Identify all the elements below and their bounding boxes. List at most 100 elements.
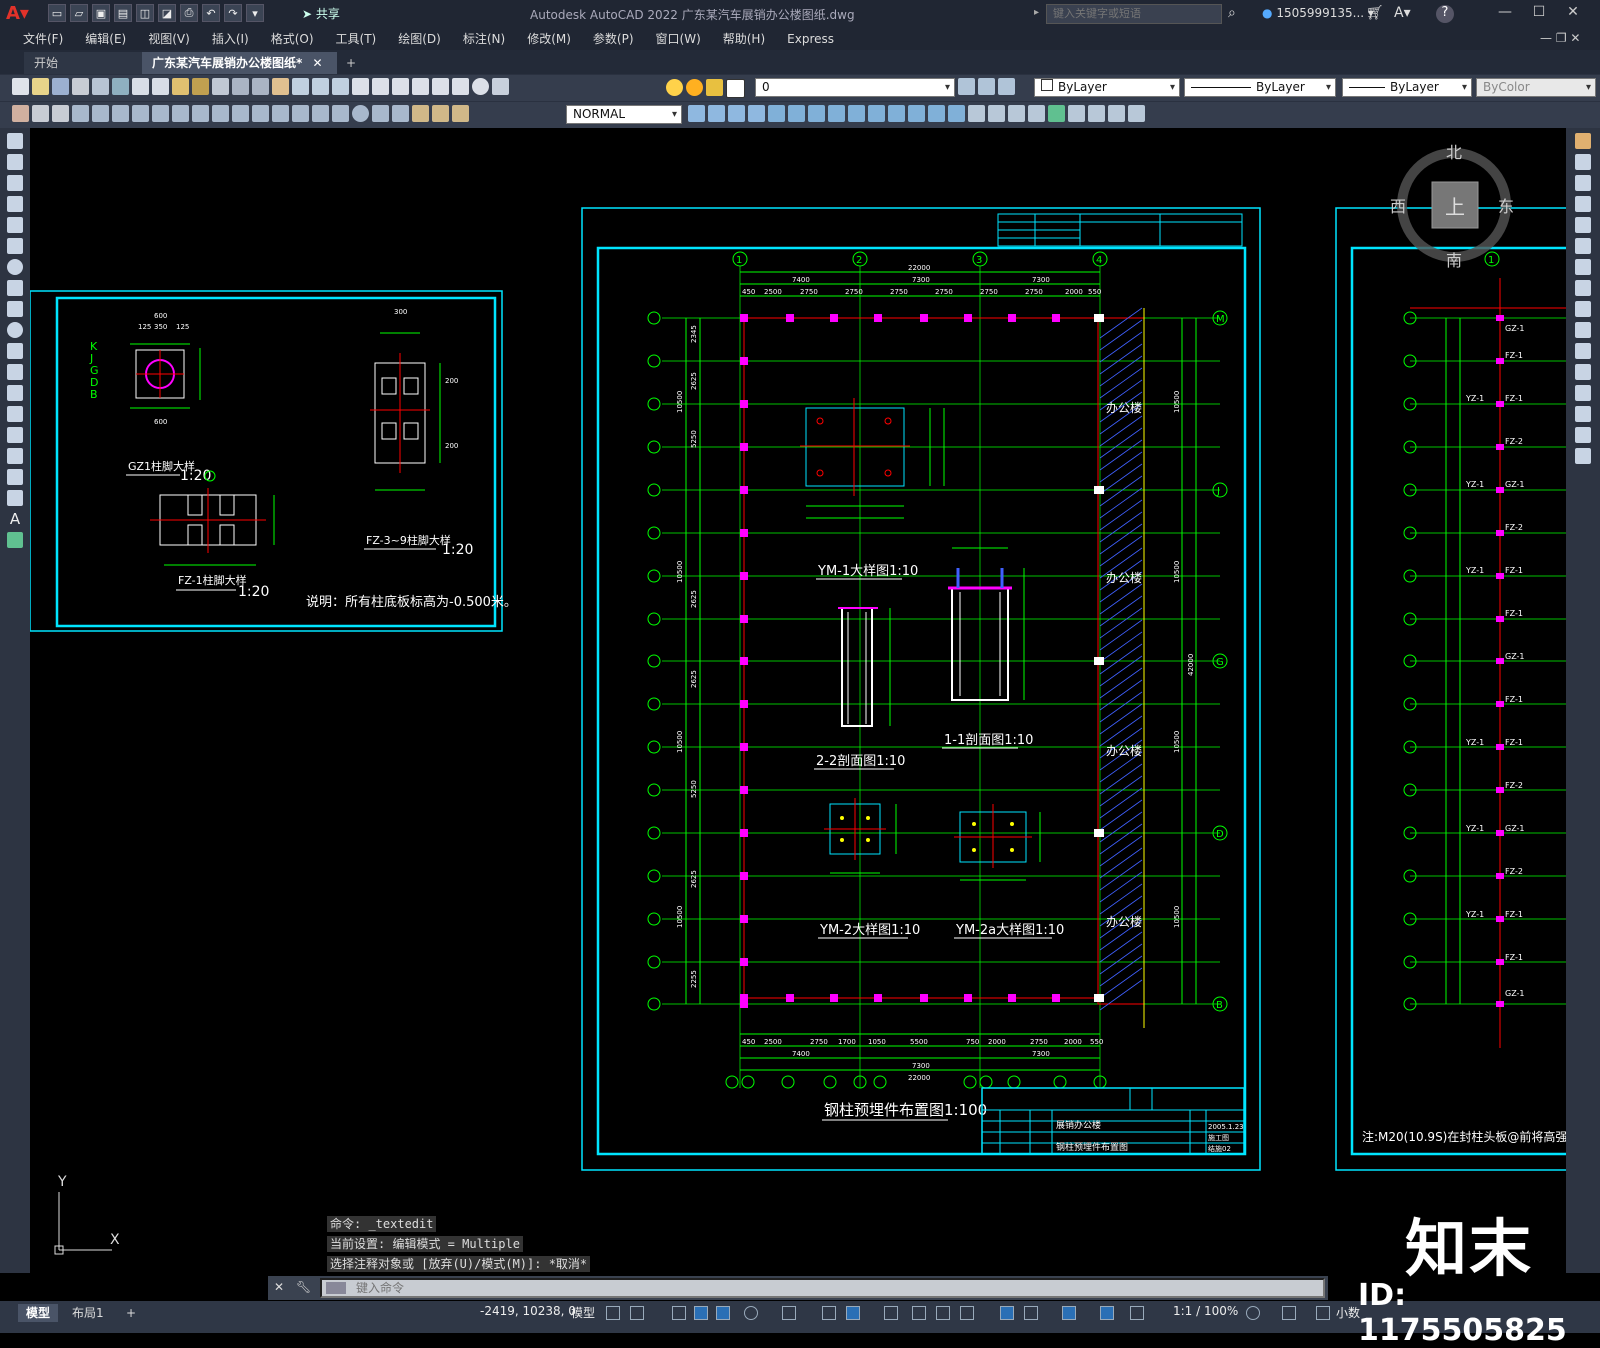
hatch-icon[interactable] — [7, 427, 23, 443]
table-icon[interactable] — [7, 490, 23, 506]
explode-icon[interactable] — [1575, 448, 1591, 464]
autocad-logo-icon[interactable]: A▾ — [6, 3, 34, 25]
maximize-icon[interactable]: ☐ — [1528, 4, 1550, 24]
view-iso-icon[interactable] — [728, 105, 745, 122]
paste-icon[interactable] — [172, 78, 189, 95]
layer-on-icon[interactable] — [666, 79, 683, 96]
tab-model[interactable]: 模型 — [18, 1304, 59, 1322]
tab-layout1[interactable]: 布局1 — [64, 1304, 112, 1322]
infer-constraints-icon[interactable] — [672, 1306, 686, 1320]
search-expand-icon[interactable]: ▸ — [1034, 7, 1039, 18]
jogged-linear-icon[interactable] — [392, 105, 409, 122]
auto-scale-icon[interactable] — [1130, 1306, 1144, 1320]
new-icon[interactable]: ▭ — [48, 4, 66, 22]
transparency-icon[interactable] — [912, 1306, 926, 1320]
view-sw-icon[interactable] — [888, 105, 905, 122]
grid-icon[interactable] — [606, 1306, 620, 1320]
model-space-toggle[interactable]: 模型 — [571, 1304, 595, 1321]
view-ne-icon[interactable] — [928, 105, 945, 122]
wireframe-icon[interactable] — [1028, 105, 1045, 122]
open-web-icon[interactable]: ◫ — [136, 4, 154, 22]
plotstyle-dropdown[interactable]: ByColor — [1476, 78, 1596, 97]
mtext-icon[interactable]: A — [7, 511, 23, 527]
layer-match-icon[interactable] — [998, 78, 1015, 95]
layer-dropdown[interactable]: 0 — [755, 78, 955, 97]
viewcube-top[interactable]: 上 — [1445, 195, 1465, 219]
polygon-icon[interactable] — [7, 196, 23, 212]
ellipse-arc-icon[interactable] — [7, 343, 23, 359]
point-icon[interactable] — [7, 406, 23, 422]
menu-modify[interactable]: 修改(M) — [516, 28, 582, 50]
pan-icon[interactable] — [272, 78, 289, 95]
orbit-icon[interactable] — [768, 105, 785, 122]
dim-ordinate-icon[interactable] — [132, 105, 149, 122]
move-icon[interactable] — [1575, 238, 1591, 254]
menu-tools[interactable]: 工具(T) — [325, 28, 388, 50]
preview-icon[interactable] — [92, 78, 109, 95]
view-left-icon[interactable] — [808, 105, 825, 122]
cart-icon[interactable]: 🛒︎ — [1366, 5, 1384, 21]
menu-window[interactable]: 窗口(W) — [645, 28, 712, 50]
erase-icon[interactable] — [1575, 133, 1591, 149]
dim-update-icon[interactable] — [452, 105, 469, 122]
layer-freeze-icon[interactable] — [686, 79, 703, 96]
command-customize-icon[interactable]: 🔧︎ — [296, 1280, 311, 1294]
search-icon[interactable]: ⌕ — [1228, 5, 1236, 21]
inspection-icon[interactable] — [372, 105, 389, 122]
ucs-face-icon[interactable] — [1128, 105, 1145, 122]
extend-icon[interactable] — [1575, 343, 1591, 359]
doc-window-controls[interactable]: — ❐ ✕ — [1540, 31, 1580, 45]
snap-icon[interactable] — [630, 1306, 644, 1320]
polyline-icon[interactable] — [7, 175, 23, 191]
dim-linear-icon[interactable] — [72, 105, 89, 122]
dynamic-input-icon[interactable] — [694, 1306, 708, 1320]
lineweight-dropdown[interactable]: ByLayer — [1342, 78, 1472, 97]
menu-help[interactable]: 帮助(H) — [712, 28, 776, 50]
color-dropdown[interactable]: ByLayer — [1034, 78, 1180, 97]
dim-break-icon[interactable] — [312, 105, 329, 122]
autodesk-a360-icon[interactable]: A▾ — [1394, 5, 1411, 21]
mirror-icon[interactable] — [1575, 175, 1591, 191]
ortho-icon[interactable] — [716, 1306, 730, 1320]
center-mark-icon[interactable] — [352, 105, 369, 122]
markup-icon[interactable] — [432, 78, 449, 95]
units-readout[interactable]: 小数 — [1336, 1304, 1360, 1321]
selection-cycling-icon[interactable] — [936, 1306, 950, 1320]
open-icon[interactable]: ▱ — [70, 4, 88, 22]
viewcube-east[interactable]: 东 — [1498, 197, 1514, 216]
circle-icon[interactable] — [7, 259, 23, 275]
user-account[interactable]: ● 1505999135... ▾ — [1262, 6, 1374, 20]
quick-dim-icon[interactable] — [232, 105, 249, 122]
publish-icon[interactable] — [112, 78, 129, 95]
isodraft-icon[interactable] — [782, 1306, 796, 1320]
arc-icon[interactable] — [7, 238, 23, 254]
menu-draw[interactable]: 绘图(D) — [387, 28, 452, 50]
draw-order-icon[interactable] — [12, 105, 29, 122]
print-icon[interactable] — [72, 78, 89, 95]
save-icon[interactable]: ▣ — [92, 4, 110, 22]
rotate-icon[interactable] — [1575, 259, 1591, 275]
block-editor-icon[interactable] — [212, 78, 229, 95]
tab-add-layout[interactable]: + — [118, 1304, 144, 1322]
menu-format[interactable]: 格式(O) — [260, 28, 325, 50]
spline-icon[interactable] — [7, 301, 23, 317]
workspace-gear-icon[interactable] — [1246, 1306, 1260, 1320]
menu-view[interactable]: 视图(V) — [137, 28, 201, 50]
dim-angular-icon[interactable] — [212, 105, 229, 122]
redo-icon[interactable]: ↷ — [224, 4, 242, 22]
view-top-icon[interactable] — [848, 105, 865, 122]
units-icon[interactable] — [1316, 1306, 1330, 1320]
osnap-icon[interactable] — [846, 1306, 860, 1320]
view-3d-icon[interactable] — [708, 105, 725, 122]
layer-previous-icon[interactable] — [978, 78, 995, 95]
menu-parametric[interactable]: 参数(P) — [582, 28, 645, 50]
viewcube-south[interactable]: 南 — [1446, 251, 1462, 270]
view-nw-icon[interactable] — [948, 105, 965, 122]
dim-continue-icon[interactable] — [272, 105, 289, 122]
help-icon[interactable]: ? — [1436, 5, 1454, 23]
conceptual-icon[interactable] — [1008, 105, 1025, 122]
dynamic-ucs-icon[interactable] — [1000, 1306, 1014, 1320]
command-input[interactable] — [320, 1278, 1325, 1298]
menu-insert[interactable]: 插入(I) — [201, 28, 260, 50]
tool-palettes-icon[interactable] — [392, 78, 409, 95]
